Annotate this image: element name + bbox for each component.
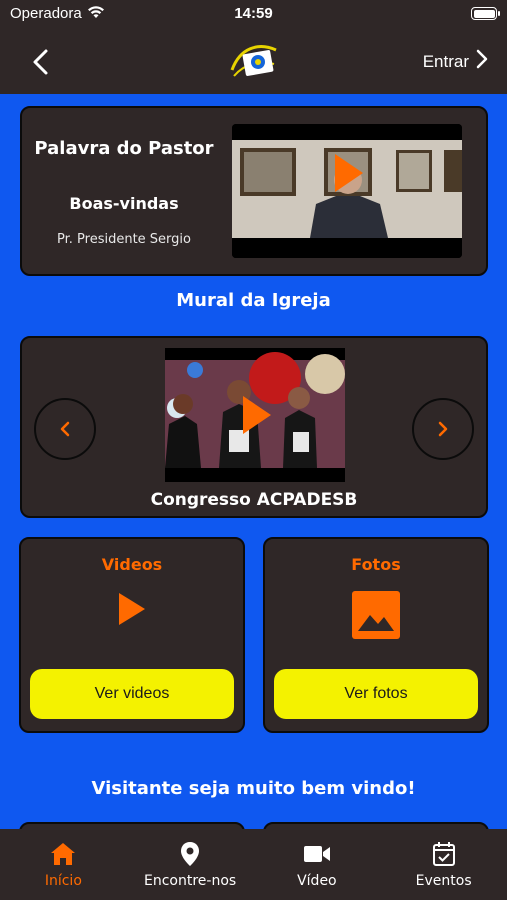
home-icon xyxy=(50,841,76,867)
location-pin-icon xyxy=(180,841,200,867)
ver-fotos-button[interactable]: Ver fotos xyxy=(274,669,478,719)
mural-carousel: Congresso ACPADESB xyxy=(20,336,488,518)
videos-tile: Videos Ver videos xyxy=(19,537,245,733)
carousel-video-thumbnail[interactable] xyxy=(165,348,345,482)
mural-heading: Mural da Igreja xyxy=(176,290,331,311)
carousel-caption: Congresso ACPADESB xyxy=(150,490,358,510)
ver-videos-button[interactable]: Ver videos xyxy=(30,669,234,719)
login-label: Entrar xyxy=(422,51,469,71)
back-chevron-icon[interactable] xyxy=(26,46,58,78)
tab-eventos-label: Eventos xyxy=(415,873,472,889)
pastor-card-subtitle: Boas-vindas xyxy=(69,194,179,213)
login-button[interactable]: Entrar xyxy=(423,48,489,75)
tab-inicio[interactable]: Início xyxy=(0,829,127,900)
play-icon xyxy=(117,591,147,631)
tab-bar: Início Encontre-nos Vídeo Eventos xyxy=(0,829,507,900)
pastor-video-thumbnail[interactable] xyxy=(232,124,462,258)
navigation-bar: Entrar xyxy=(0,30,507,94)
tab-video[interactable]: Vídeo xyxy=(254,829,381,900)
fotos-tile: Fotos Ver fotos xyxy=(263,537,489,733)
carousel-previous-button[interactable] xyxy=(34,398,96,460)
videos-tile-title: Videos xyxy=(101,555,163,574)
welcome-message: Visitante seja muito bem vindo! xyxy=(91,778,416,799)
video-camera-icon xyxy=(303,841,331,867)
clock: 14:59 xyxy=(234,5,273,22)
calendar-icon xyxy=(432,841,456,867)
pastor-message-card[interactable]: Palavra do Pastor Boas-vindas Pr. Presid… xyxy=(20,106,488,276)
tab-video-label: Vídeo xyxy=(297,873,337,889)
tab-encontre-nos-label: Encontre-nos xyxy=(144,873,237,889)
chevron-right-icon xyxy=(438,421,448,437)
carousel-next-button[interactable] xyxy=(412,398,474,460)
tab-eventos[interactable]: Eventos xyxy=(380,829,507,900)
status-bar: Operadora 14:59 xyxy=(0,0,507,30)
tab-encontre-nos[interactable]: Encontre-nos xyxy=(127,829,254,900)
pastor-name: Pr. Presidente Sergio xyxy=(57,232,191,247)
tab-inicio-label: Início xyxy=(44,873,82,889)
church-logo-icon xyxy=(228,40,280,82)
pastor-card-title: Palavra do Pastor xyxy=(34,138,214,159)
image-icon xyxy=(352,591,400,643)
chevron-right-icon xyxy=(475,48,489,75)
chevron-left-icon xyxy=(60,421,70,437)
fotos-tile-title: Fotos xyxy=(351,555,401,574)
battery-icon xyxy=(471,7,500,20)
